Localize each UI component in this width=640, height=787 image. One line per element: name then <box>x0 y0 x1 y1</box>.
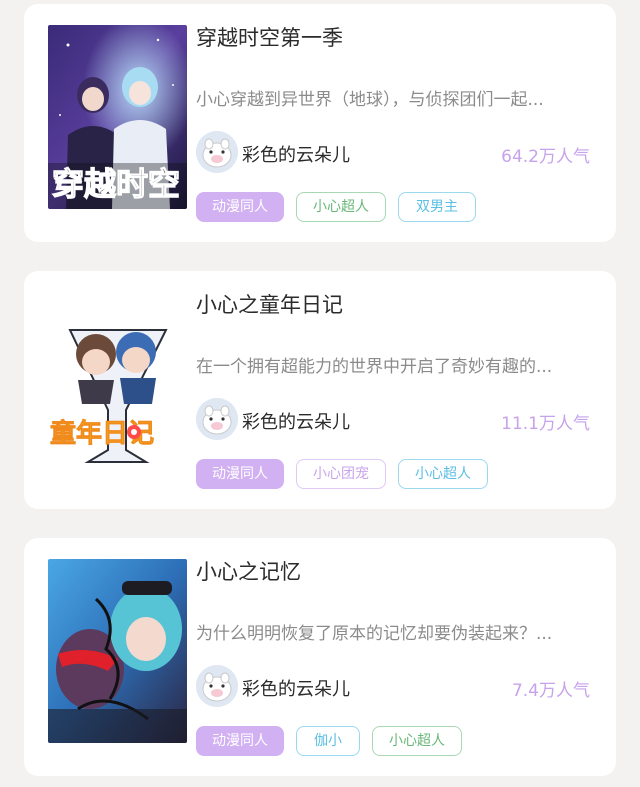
tag-chip[interactable]: 小心团宠 <box>296 459 386 489</box>
tag-chip[interactable]: 小心超人 <box>398 459 488 489</box>
cover-title-art: 穿越时空 <box>52 165 180 203</box>
tag-chip[interactable]: 小心超人 <box>372 726 462 756</box>
book-cover-image[interactable]: 穿越时空 <box>48 25 187 209</box>
book-card[interactable]: 穿越时空 穿越时空第一季 小心穿越到异世界（地球），与侦探团们一起... 彩色的… <box>24 4 616 242</box>
pig-avatar-icon[interactable] <box>196 665 238 707</box>
book-card[interactable]: 小心之记忆 为什么明明恢复了原本的记忆却要伪装起来？... 彩色的云朵儿 7.4… <box>24 538 616 776</box>
book-title[interactable]: 穿越时空第一季 <box>196 22 343 52</box>
popularity-count: 64.2万人气 <box>501 147 590 167</box>
tag-chip[interactable]: 动漫同人 <box>196 459 284 489</box>
tag-chip[interactable]: 小心超人 <box>296 192 386 222</box>
book-description: 为什么明明恢复了原本的记忆却要伪装起来？... <box>196 624 553 644</box>
pig-avatar-icon[interactable] <box>196 398 238 440</box>
author-name[interactable]: 彩色的云朵儿 <box>242 408 350 434</box>
book-cover-image[interactable]: 童年日记 <box>48 292 187 476</box>
pig-avatar-icon[interactable] <box>196 131 238 173</box>
tag-chip[interactable]: 伽小 <box>296 726 360 756</box>
book-title[interactable]: 小心之童年日记 <box>196 289 343 319</box>
book-cover-image[interactable] <box>48 559 187 743</box>
tag-chip[interactable]: 双男主 <box>398 192 476 222</box>
book-description: 在一个拥有超能力的世界中开启了奇妙有趣的... <box>196 357 553 377</box>
author-name[interactable]: 彩色的云朵儿 <box>242 675 350 701</box>
book-description: 小心穿越到异世界（地球），与侦探团们一起... <box>196 90 544 110</box>
book-card[interactable]: 童年日记 小心之童年日记 在一个拥有超能力的世界中开启了奇妙有趣的... 彩色的… <box>24 271 616 509</box>
popularity-count: 11.1万人气 <box>501 414 590 434</box>
author-name[interactable]: 彩色的云朵儿 <box>242 141 350 167</box>
book-title[interactable]: 小心之记忆 <box>196 556 301 586</box>
popularity-count: 7.4万人气 <box>511 681 590 701</box>
tag-chip[interactable]: 动漫同人 <box>196 726 284 756</box>
tag-chip[interactable]: 动漫同人 <box>196 192 284 222</box>
